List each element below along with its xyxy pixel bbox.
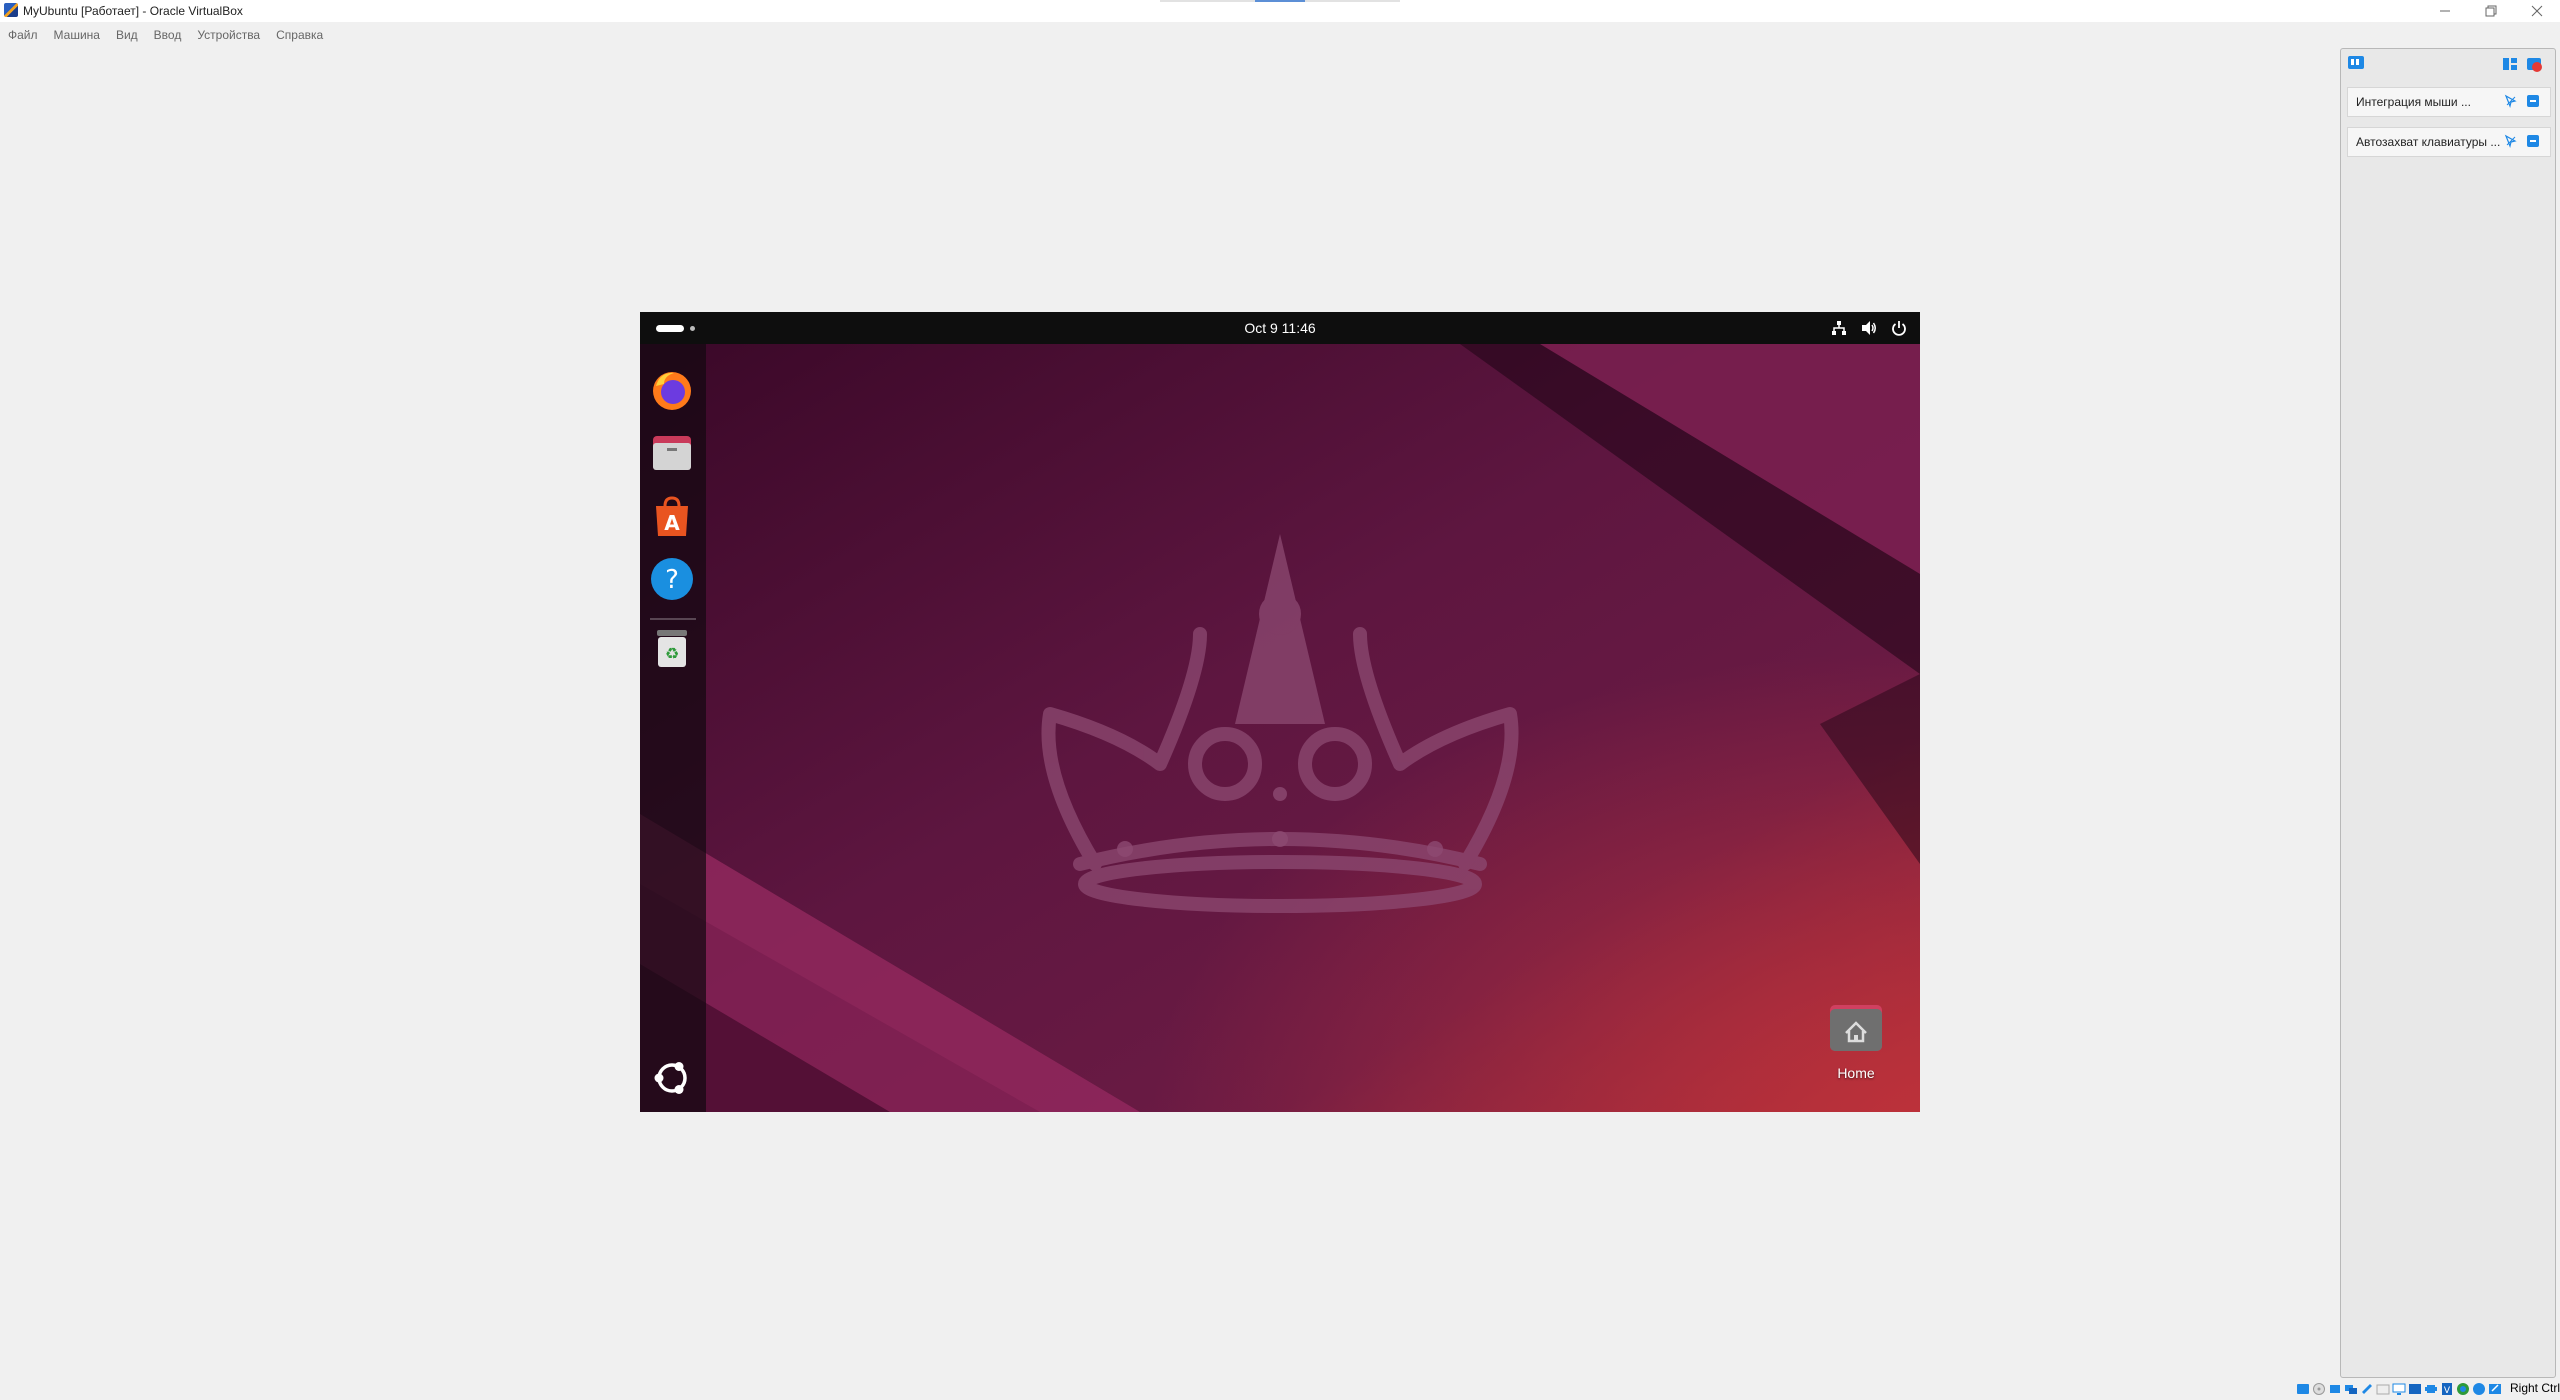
- close-button[interactable]: [2514, 0, 2560, 22]
- svg-text:A: A: [664, 511, 680, 535]
- close-icon: [2531, 5, 2543, 17]
- window-title: MyUbuntu [Работает] - Oracle VirtualBox: [23, 4, 243, 18]
- clock[interactable]: Oct 9 11:46: [640, 320, 1920, 336]
- recording-icon[interactable]: [2408, 1382, 2422, 1396]
- virtualbox-icon: [4, 3, 18, 17]
- menu-file[interactable]: Файл: [0, 24, 46, 46]
- dock-separator: [650, 618, 696, 620]
- power-icon[interactable]: [1890, 319, 1908, 337]
- help-icon: ?: [651, 558, 693, 600]
- network-icon[interactable]: [1830, 319, 1848, 337]
- expand-notifications-icon[interactable]: [2501, 55, 2519, 73]
- restore-icon: [2485, 5, 2497, 17]
- ubuntu-dock: A ? ♻: [640, 344, 706, 1112]
- audio-icon[interactable]: [2328, 1382, 2342, 1396]
- minimize-icon: [2440, 10, 2450, 12]
- optical-drive-icon[interactable]: [2312, 1382, 2326, 1396]
- home-folder-label: Home: [1837, 1065, 1875, 1081]
- title-bar: MyUbuntu [Работает] - Oracle VirtualBox: [0, 0, 2560, 22]
- top-strip-accent: [1255, 0, 1305, 2]
- trash-icon: ♻: [657, 630, 687, 667]
- minimize-button[interactable]: [2422, 0, 2468, 22]
- virtualization-icon[interactable]: V: [2440, 1382, 2454, 1396]
- notification-keyboard-capture[interactable]: Автозахват клавиатуры ...: [2347, 127, 2551, 157]
- app-center-icon: A: [656, 496, 688, 536]
- notification-icon[interactable]: [2347, 55, 2365, 73]
- desktop-home-folder[interactable]: Home: [1818, 995, 1894, 1085]
- restore-button[interactable]: [2468, 0, 2514, 22]
- menu-bar: Файл Машина Вид Ввод Устройства Справка: [0, 24, 331, 46]
- mouse-integration-icon[interactable]: [2504, 94, 2518, 108]
- desktop-wallpaper: [640, 344, 1920, 1112]
- dock-app-center[interactable]: A: [648, 492, 696, 540]
- top-strip-decoration: [1160, 0, 1260, 2]
- close-notification-icon[interactable]: [2526, 94, 2540, 108]
- files-icon: [653, 436, 691, 470]
- menu-machine[interactable]: Машина: [46, 24, 108, 46]
- keyboard-capture-icon[interactable]: [2504, 134, 2518, 148]
- close-notification-icon[interactable]: [2526, 134, 2540, 148]
- vm-display[interactable]: Oct 9 11:46 A ? ♻ Home: [640, 312, 1920, 1112]
- ubuntu-logo-icon: [654, 1062, 687, 1094]
- guest-additions-icon[interactable]: [2456, 1382, 2470, 1396]
- system-tray[interactable]: [1830, 319, 1908, 337]
- notification-label: Автозахват клавиатуры ...: [2356, 135, 2501, 149]
- network-adapter-icon[interactable]: [2344, 1382, 2358, 1396]
- show-applications-button[interactable]: [648, 1054, 696, 1102]
- volume-icon[interactable]: [1860, 319, 1878, 337]
- dock-files[interactable]: [648, 428, 696, 476]
- display-icon[interactable]: [2392, 1382, 2406, 1396]
- hard-disk-icon[interactable]: [2296, 1382, 2310, 1396]
- dock-trash[interactable]: ♻: [648, 624, 696, 672]
- menu-input[interactable]: Ввод: [146, 24, 190, 46]
- top-strip-decoration-right: [1305, 0, 1400, 2]
- keyboard-capture-status-icon[interactable]: [2488, 1382, 2502, 1396]
- usb-icon[interactable]: [2360, 1382, 2374, 1396]
- host-key-label: Right Ctrl: [2509, 1381, 2560, 1395]
- dismiss-all-icon[interactable]: [2525, 55, 2543, 73]
- svg-text:?: ?: [665, 565, 679, 595]
- dock-help[interactable]: ?: [648, 555, 696, 603]
- notification-label: Интеграция мыши ...: [2356, 95, 2471, 109]
- cpu-icon[interactable]: [2424, 1382, 2438, 1396]
- notification-center: Интеграция мыши ... Автозахват клавиатур…: [2340, 48, 2556, 1378]
- home-folder-icon: [1830, 1005, 1882, 1051]
- mouse-capture-icon[interactable]: [2472, 1382, 2486, 1396]
- menu-devices[interactable]: Устройства: [189, 24, 268, 46]
- svg-text:V: V: [2444, 1386, 2451, 1396]
- gnome-top-bar: Oct 9 11:46: [640, 312, 1920, 344]
- menu-help[interactable]: Справка: [268, 24, 331, 46]
- shared-folders-icon[interactable]: [2376, 1382, 2390, 1396]
- status-bar: V Right Ctrl: [2290, 1378, 2560, 1400]
- firefox-icon: [653, 372, 691, 410]
- notification-header: [2341, 49, 2555, 79]
- svg-text:♻: ♻: [665, 644, 679, 663]
- dock-firefox[interactable]: [648, 366, 696, 414]
- notification-mouse-integration[interactable]: Интеграция мыши ...: [2347, 87, 2551, 117]
- menu-view[interactable]: Вид: [108, 24, 146, 46]
